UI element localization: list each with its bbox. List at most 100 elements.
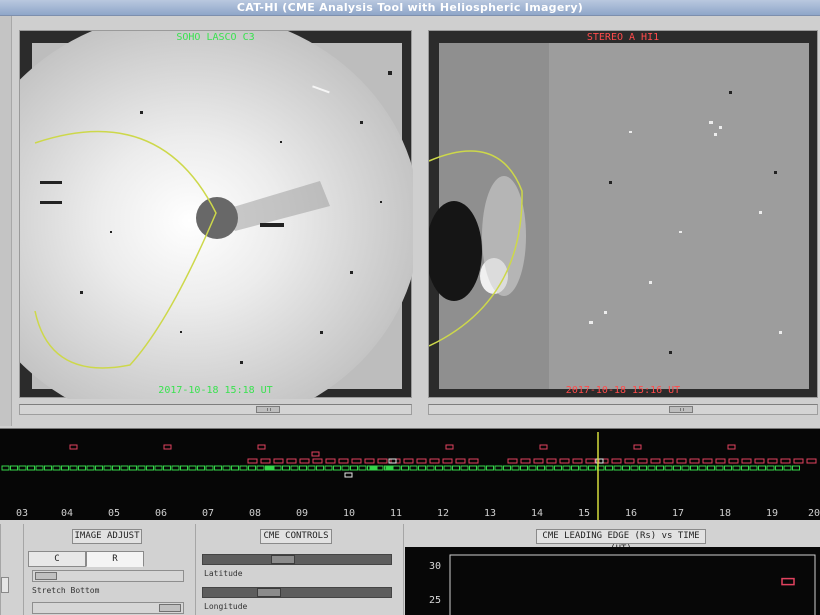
frame-marker-green[interactable] xyxy=(656,465,664,471)
frame-marker-selected[interactable] xyxy=(265,465,274,471)
frame-marker-green[interactable] xyxy=(27,465,35,471)
frame-marker-red[interactable] xyxy=(260,458,271,464)
frame-marker-green[interactable] xyxy=(171,465,180,471)
frame-marker-green[interactable] xyxy=(409,465,418,471)
frame-marker-green[interactable] xyxy=(698,465,707,471)
frame-marker-red[interactable] xyxy=(312,458,323,464)
frame-marker-green[interactable] xyxy=(520,465,528,471)
frame-marker-red[interactable] xyxy=(364,458,375,464)
frame-marker-red[interactable] xyxy=(715,458,726,464)
frame-timeline[interactable]: 03 04 05 06 07 08 09 10 11 12 13 14 15 1… xyxy=(0,428,820,521)
frame-marker-green[interactable] xyxy=(18,465,27,471)
frame-marker-green[interactable] xyxy=(358,465,367,471)
frame-marker-green[interactable] xyxy=(154,465,163,471)
timeline-frames[interactable] xyxy=(0,429,820,521)
frame-marker-green[interactable] xyxy=(486,465,494,471)
frame-marker-green[interactable] xyxy=(528,465,537,471)
frame-marker-red[interactable] xyxy=(611,458,622,464)
plot-canvas[interactable] xyxy=(405,547,820,615)
soho-lasco-image[interactable] xyxy=(20,31,413,399)
frame-marker-green[interactable] xyxy=(307,465,316,471)
stretch-bottom-slider[interactable] xyxy=(32,602,184,614)
frame-marker-green[interactable] xyxy=(86,465,95,471)
frame-marker-green[interactable] xyxy=(426,465,435,471)
frame-marker-red[interactable] xyxy=(559,458,570,464)
frame-marker-green[interactable] xyxy=(613,465,622,471)
frame-marker-green[interactable] xyxy=(758,465,766,471)
frame-marker-green[interactable] xyxy=(664,465,673,471)
frame-marker-red[interactable] xyxy=(780,458,791,464)
slider-knob[interactable] xyxy=(257,588,281,597)
frame-marker-green[interactable] xyxy=(282,465,290,471)
frame-marker-red[interactable] xyxy=(650,458,661,464)
frame-marker-green[interactable] xyxy=(129,465,137,471)
frame-marker-green[interactable] xyxy=(690,465,698,471)
tab-r[interactable]: R xyxy=(86,551,144,567)
frame-marker-green[interactable] xyxy=(443,465,452,471)
slider-knob[interactable] xyxy=(271,555,295,564)
frame-marker-red[interactable] xyxy=(403,458,414,464)
frame-marker-red[interactable] xyxy=(442,458,453,464)
frame-marker-green[interactable] xyxy=(732,465,741,471)
frame-marker-green[interactable] xyxy=(239,465,248,471)
frame-marker-green[interactable] xyxy=(630,465,639,471)
frame-marker-green[interactable] xyxy=(248,465,256,471)
frame-marker-green[interactable] xyxy=(35,465,44,471)
frame-marker-red[interactable] xyxy=(455,458,466,464)
frame-marker-green[interactable] xyxy=(639,465,647,471)
frame-marker-green[interactable] xyxy=(741,465,749,471)
frame-marker-red[interactable] xyxy=(247,458,258,464)
frame-marker-red[interactable] xyxy=(429,458,440,464)
right-scroll-thumb[interactable] xyxy=(669,406,693,413)
frame-marker-white[interactable] xyxy=(388,458,397,464)
frame-marker-green[interactable] xyxy=(163,465,171,471)
frame-marker-green[interactable] xyxy=(537,465,545,471)
frame-marker-green[interactable] xyxy=(324,465,333,471)
frame-marker-red[interactable] xyxy=(273,458,284,464)
frame-marker-green[interactable] xyxy=(180,465,188,471)
frame-marker-green[interactable] xyxy=(299,465,307,471)
frame-marker-red[interactable] xyxy=(793,458,804,464)
frame-marker-red[interactable] xyxy=(728,458,739,464)
frame-marker-red[interactable] xyxy=(741,458,752,464)
frame-marker-green[interactable] xyxy=(316,465,324,471)
frame-marker-green[interactable] xyxy=(112,465,120,471)
frame-marker-selected[interactable] xyxy=(385,465,394,471)
frame-marker-green[interactable] xyxy=(273,465,282,471)
frame-marker-red[interactable] xyxy=(351,458,362,464)
frame-marker-green[interactable] xyxy=(197,465,205,471)
frame-marker-red[interactable] xyxy=(520,458,531,464)
frame-marker-red[interactable] xyxy=(546,458,557,464)
frame-marker-green[interactable] xyxy=(231,465,239,471)
frame-marker-red[interactable] xyxy=(702,458,713,464)
frame-marker-red[interactable] xyxy=(539,444,548,450)
frame-marker-green[interactable] xyxy=(503,465,511,471)
frame-marker-green[interactable] xyxy=(571,465,579,471)
frame-marker-red[interactable] xyxy=(754,458,765,464)
frame-marker-green[interactable] xyxy=(783,465,792,471)
slider-knob[interactable] xyxy=(159,604,181,612)
frame-marker-green[interactable] xyxy=(554,465,562,471)
frame-marker-red[interactable] xyxy=(416,458,427,464)
frame-marker-white[interactable] xyxy=(344,472,353,478)
frame-marker-green[interactable] xyxy=(545,465,554,471)
frame-marker-green[interactable] xyxy=(562,465,571,471)
frame-marker-green[interactable] xyxy=(52,465,61,471)
frame-marker-green[interactable] xyxy=(44,465,52,471)
frame-marker-red[interactable] xyxy=(585,458,596,464)
frame-marker-green[interactable] xyxy=(392,465,401,471)
frame-marker-green[interactable] xyxy=(775,465,783,471)
frame-marker-red[interactable] xyxy=(507,458,518,464)
frame-marker-green[interactable] xyxy=(95,465,103,471)
frame-marker-red[interactable] xyxy=(468,458,479,464)
frame-marker-red[interactable] xyxy=(572,458,583,464)
frame-marker-red[interactable] xyxy=(311,451,320,457)
frame-marker-green[interactable] xyxy=(350,465,358,471)
tab-c[interactable]: C xyxy=(28,551,86,567)
frame-marker-green[interactable] xyxy=(256,465,265,471)
frame-marker-green[interactable] xyxy=(214,465,222,471)
frame-marker-green[interactable] xyxy=(78,465,86,471)
frame-marker-green[interactable] xyxy=(673,465,681,471)
frame-marker-green[interactable] xyxy=(469,465,477,471)
frame-marker-green[interactable] xyxy=(460,465,469,471)
